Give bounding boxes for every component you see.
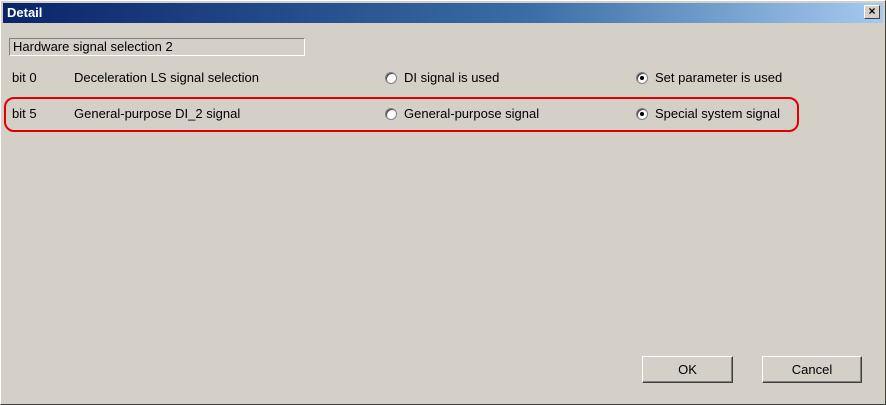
title-bar[interactable]: Detail × bbox=[3, 3, 883, 23]
close-button[interactable]: × bbox=[864, 5, 880, 19]
radio-label: Set parameter is used bbox=[655, 70, 783, 85]
parameter-row-bit5: bit 5 General-purpose DI_2 signal Genera… bbox=[1, 104, 885, 124]
detail-dialog: Detail × Hardware signal selection 2 bit… bbox=[0, 0, 886, 405]
radio-option-special-system[interactable]: Special system signal bbox=[636, 104, 780, 124]
bit-label: bit 5 bbox=[12, 106, 37, 121]
bit-label: bit 0 bbox=[12, 70, 37, 85]
close-icon: × bbox=[868, 4, 876, 18]
radio-checked-icon[interactable] bbox=[636, 72, 648, 84]
parameter-name-field: Hardware signal selection 2 bbox=[9, 38, 305, 56]
ok-button[interactable]: OK bbox=[642, 356, 733, 383]
bit-description: General-purpose DI_2 signal bbox=[74, 106, 241, 121]
bit-description: Deceleration LS signal selection bbox=[74, 70, 259, 85]
radio-option-general-purpose[interactable]: General-purpose signal bbox=[385, 104, 539, 124]
radio-option-set-parameter[interactable]: Set parameter is used bbox=[636, 68, 782, 88]
dialog-title: Detail bbox=[7, 5, 43, 20]
parameter-row-bit0: bit 0 Deceleration LS signal selection D… bbox=[1, 68, 885, 88]
radio-unchecked-icon[interactable] bbox=[385, 108, 397, 120]
radio-label: General-purpose signal bbox=[404, 106, 540, 121]
radio-unchecked-icon[interactable] bbox=[385, 72, 397, 84]
radio-option-di-signal[interactable]: DI signal is used bbox=[385, 68, 499, 88]
radio-label: DI signal is used bbox=[404, 70, 500, 85]
cancel-button[interactable]: Cancel bbox=[762, 356, 862, 383]
radio-checked-icon[interactable] bbox=[636, 108, 648, 120]
radio-label: Special system signal bbox=[655, 106, 780, 121]
